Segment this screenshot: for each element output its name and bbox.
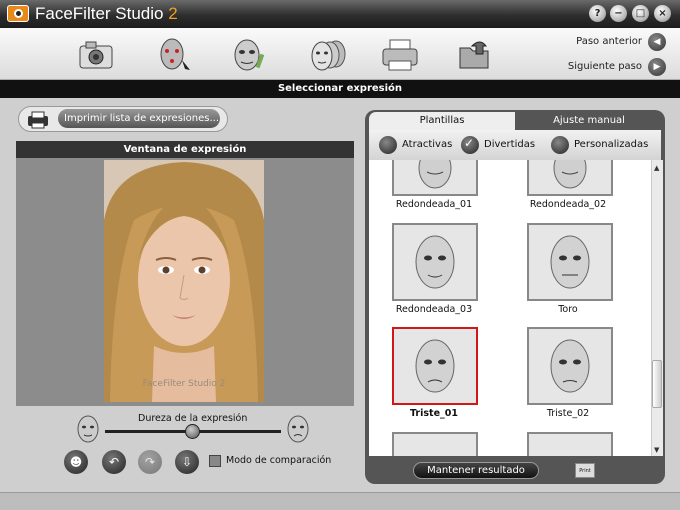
template-label: Toro	[558, 304, 578, 315]
face-points-icon[interactable]	[152, 34, 196, 76]
portrait-image: FaceFilter Studio 2	[104, 160, 264, 402]
filter-funny-label: Divertidas	[484, 139, 536, 150]
template-thumb-redondeada-02[interactable]	[527, 147, 613, 196]
print-expression-list-button[interactable]: Imprimir lista de expresiones...	[58, 109, 220, 128]
printer-icon[interactable]	[378, 34, 422, 76]
scroll-up-icon[interactable]: ▲	[654, 164, 659, 172]
gallery-scrollbar[interactable]	[651, 160, 663, 456]
template-label: Redondeada_01	[395, 199, 473, 210]
gallery-scroll-thumb[interactable]	[652, 360, 662, 408]
maximize-button[interactable]: □	[632, 5, 649, 22]
minimize-button[interactable]: −	[610, 5, 627, 22]
template-thumb-redondeada-01[interactable]	[392, 147, 478, 196]
template-thumb-partial[interactable]	[392, 432, 478, 456]
status-bar	[0, 492, 680, 510]
next-step-button[interactable]: ▶	[648, 58, 666, 76]
expression-window-title: Ventana de expresión	[16, 141, 354, 158]
filter-attractive-label: Atractivas	[402, 139, 453, 150]
expression-faces-icon[interactable]	[298, 34, 358, 76]
section-title: Seleccionar expresión	[0, 80, 680, 98]
redo-button[interactable]: ↷	[138, 450, 162, 474]
filter-custom-radio[interactable]	[551, 136, 569, 154]
previous-step-button[interactable]: ◀	[648, 33, 666, 51]
hardness-label: Dureza de la expresión	[138, 413, 248, 424]
hard-face-icon	[286, 414, 310, 444]
keep-result-button[interactable]: Mantener resultado	[413, 462, 539, 479]
filter-attractive-radio[interactable]	[379, 136, 397, 154]
comparison-mode-checkbox[interactable]	[209, 455, 221, 467]
app-logo-icon	[7, 5, 29, 22]
close-button[interactable]: ×	[654, 5, 671, 22]
template-thumb-triste-02[interactable]	[527, 327, 613, 405]
template-label: Redondeada_03	[395, 304, 473, 315]
template-thumb-redondeada-03[interactable]	[392, 223, 478, 301]
template-label-selected: Triste_01	[410, 408, 458, 419]
print-small-button[interactable]: Print	[575, 463, 595, 478]
face-edit-icon[interactable]	[227, 34, 271, 76]
scroll-down-icon[interactable]: ▼	[654, 446, 659, 454]
help-button[interactable]: ?	[589, 5, 606, 22]
template-label: Redondeada_02	[529, 199, 607, 210]
template-thumb-partial[interactable]	[527, 432, 613, 456]
next-step-label: Siguiente paso	[567, 61, 642, 72]
app-title: FaceFilter Studio 2	[35, 4, 178, 23]
export-folder-icon[interactable]	[452, 34, 496, 76]
template-thumb-toro[interactable]	[527, 223, 613, 301]
comparison-mode-label: Modo de comparación	[226, 455, 332, 466]
filter-custom-label: Personalizadas	[574, 139, 649, 150]
undo-button[interactable]: ↶	[102, 450, 126, 474]
soft-face-icon	[76, 414, 100, 444]
tab-manual-adjust[interactable]: Ajuste manual	[515, 112, 663, 130]
filter-funny-radio[interactable]	[461, 136, 479, 154]
watermark-text: FaceFilter Studio 2	[143, 379, 226, 389]
tab-templates[interactable]: Plantillas	[369, 112, 515, 130]
previous-step-label: Paso anterior	[576, 36, 642, 47]
save-expression-button[interactable]: ⇩	[175, 450, 199, 474]
template-thumb-triste-01[interactable]	[392, 327, 478, 405]
print-list-icon[interactable]	[24, 110, 54, 130]
hardness-slider-thumb[interactable]	[185, 424, 200, 439]
camera-icon[interactable]	[74, 34, 118, 76]
template-label: Triste_02	[546, 408, 590, 419]
face-preview-button[interactable]: ☻	[64, 450, 88, 474]
